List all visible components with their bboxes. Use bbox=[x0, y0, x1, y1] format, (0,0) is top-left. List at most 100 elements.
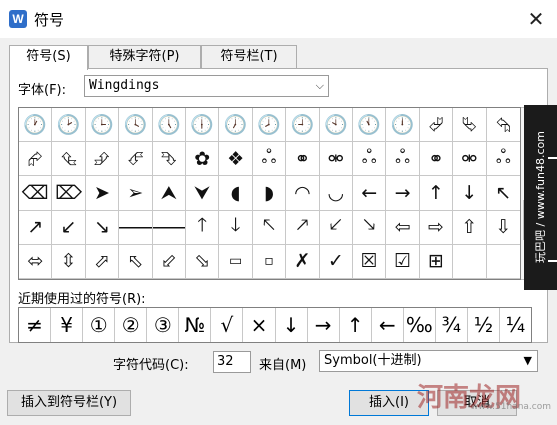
symbol-cell[interactable]: ↓ bbox=[453, 176, 487, 211]
symbol-cell[interactable]: 🕕 bbox=[186, 108, 220, 143]
symbol-cell[interactable]: ⮷ bbox=[152, 142, 186, 177]
symbol-cell[interactable]: ⬂ bbox=[186, 244, 220, 279]
symbol-cell[interactable]: ⮴ bbox=[52, 142, 86, 177]
close-icon[interactable]: ✕ bbox=[524, 7, 548, 31]
symbol-cell[interactable]: ✿ bbox=[186, 142, 220, 177]
symbol-cell[interactable]: 🡑 bbox=[186, 210, 220, 245]
symbol-cell[interactable]: ⬀ bbox=[85, 244, 120, 279]
symbol-cell[interactable]: 🡓 bbox=[219, 210, 253, 245]
symbol-cell[interactable]: ⇨ bbox=[419, 210, 454, 245]
title-bar: W 符号 ✕ bbox=[0, 0, 557, 38]
recent-symbol-cell[interactable]: ¾ bbox=[436, 308, 468, 342]
symbol-cell[interactable]: ஃ bbox=[486, 142, 520, 177]
symbol-cell[interactable]: 🡖 bbox=[353, 210, 387, 245]
symbol-cell[interactable]: 🕘 bbox=[286, 108, 320, 143]
symbol-cell[interactable]: ❖ bbox=[219, 142, 253, 177]
symbol-cell[interactable]: ⊞ bbox=[419, 244, 454, 279]
symbol-cell[interactable]: ✗ bbox=[286, 244, 320, 279]
from-select[interactable]: Symbol(十进制) ▼ bbox=[319, 350, 538, 372]
recent-symbol-cell[interactable]: ↓ bbox=[276, 308, 308, 342]
symbol-cell[interactable]: ☒ bbox=[353, 244, 387, 279]
recent-symbol-cell[interactable]: ③ bbox=[147, 308, 180, 342]
symbol-cell[interactable] bbox=[453, 244, 487, 279]
tab-special-characters[interactable]: 特殊字符(P) bbox=[88, 45, 201, 69]
symbol-cell[interactable]: 🕔 bbox=[152, 108, 186, 143]
symbol-cell[interactable]: ◡ bbox=[319, 176, 353, 211]
symbol-cell[interactable]: ▭ bbox=[219, 244, 253, 279]
recent-symbol-cell[interactable]: ↑ bbox=[340, 308, 372, 342]
symbol-cell[interactable]: 🕖 bbox=[219, 108, 253, 143]
symbol-cell[interactable]: 🕗 bbox=[252, 108, 287, 143]
recent-symbol-cell[interactable]: ‰ bbox=[404, 308, 436, 342]
symbol-cell[interactable]: ⮝ bbox=[152, 176, 186, 211]
symbol-cell[interactable]: ⚭ bbox=[286, 142, 320, 177]
tab-symbol-bar[interactable]: 符号栏(T) bbox=[201, 45, 297, 69]
symbol-cell[interactable]: ⮳ bbox=[19, 142, 53, 177]
symbol-cell[interactable]: ✓ bbox=[319, 244, 353, 279]
symbol-cell[interactable]: ⚮ bbox=[319, 142, 353, 177]
tab-symbols[interactable]: 符号(S) bbox=[9, 45, 88, 70]
symbol-cell[interactable]: ▫ bbox=[252, 244, 287, 279]
recent-symbol-cell[interactable]: ≠ bbox=[19, 308, 52, 342]
symbol-cell[interactable]: → bbox=[386, 176, 420, 211]
symbol-cell[interactable]: ➤ bbox=[85, 176, 120, 211]
symbol-cell[interactable]: ⌫ bbox=[19, 176, 53, 211]
symbol-cell[interactable] bbox=[486, 245, 520, 279]
symbol-cell[interactable]: ⮱ bbox=[453, 108, 487, 143]
char-code-input[interactable]: 32 bbox=[213, 351, 251, 373]
symbol-cell[interactable]: 🡕 bbox=[286, 210, 320, 245]
symbol-cell[interactable]: ⮰ bbox=[419, 108, 454, 143]
font-select[interactable]: Wingdings ⌵ bbox=[84, 75, 329, 97]
symbol-cell[interactable]: ⮵ bbox=[85, 142, 120, 177]
symbol-cell[interactable]: ⇧ bbox=[453, 210, 487, 245]
recent-symbol-cell[interactable]: ① bbox=[83, 308, 116, 342]
recent-symbol-cell[interactable]: ¼ bbox=[500, 308, 531, 342]
symbol-cell[interactable]: ஃ bbox=[252, 142, 287, 177]
symbol-cell[interactable]: ↗ bbox=[19, 210, 53, 245]
symbol-cell[interactable]: 🡒 bbox=[152, 210, 186, 245]
symbol-cell[interactable]: ↘ bbox=[85, 210, 120, 245]
symbol-cell[interactable]: ⮟ bbox=[186, 176, 220, 211]
symbol-cell[interactable]: ⬄ bbox=[19, 244, 53, 279]
insert-to-symbol-bar-button[interactable]: 插入到符号栏(Y) bbox=[7, 390, 131, 416]
symbol-cell[interactable]: 🕒 bbox=[85, 108, 120, 143]
symbol-cell[interactable]: ➢ bbox=[119, 176, 153, 211]
symbol-cell[interactable]: ← bbox=[353, 176, 387, 211]
recent-symbol-cell[interactable]: № bbox=[179, 308, 212, 342]
symbol-cell[interactable]: ⇩ bbox=[486, 211, 520, 245]
recent-symbol-cell[interactable]: √ bbox=[211, 308, 244, 342]
symbol-cell[interactable]: ◗ bbox=[252, 176, 287, 211]
symbol-cell[interactable]: ⬃ bbox=[152, 244, 186, 279]
symbol-cell[interactable]: ↙ bbox=[52, 210, 86, 245]
recent-symbol-cell[interactable]: ½ bbox=[468, 308, 500, 342]
symbol-cell[interactable]: 🕑 bbox=[52, 108, 86, 143]
symbol-cell[interactable]: ↑ bbox=[419, 176, 454, 211]
symbol-cell[interactable]: 🕙 bbox=[319, 108, 353, 143]
recent-symbol-cell[interactable]: ¥ bbox=[51, 308, 84, 342]
symbol-cell[interactable]: 🕛 bbox=[386, 108, 420, 143]
recent-symbol-cell[interactable]: ② bbox=[115, 308, 148, 342]
symbol-cell[interactable]: ◖ bbox=[219, 176, 253, 211]
symbol-cell[interactable]: 🕚 bbox=[353, 108, 387, 143]
symbol-cell[interactable]: ⮲ bbox=[486, 108, 520, 143]
symbol-cell[interactable]: ஃ bbox=[353, 142, 387, 177]
symbol-cell[interactable]: ⇳ bbox=[52, 244, 86, 279]
symbol-cell[interactable]: 🕓 bbox=[119, 108, 153, 143]
symbol-cell[interactable]: 🡔 bbox=[252, 210, 287, 245]
recent-symbol-cell[interactable]: ← bbox=[372, 308, 404, 342]
symbol-cell[interactable]: 🡐 bbox=[119, 210, 153, 245]
symbol-cell[interactable]: ⇦ bbox=[386, 210, 420, 245]
symbol-cell[interactable]: 🕐 bbox=[19, 108, 53, 143]
recent-symbol-cell[interactable]: → bbox=[308, 308, 340, 342]
symbol-cell[interactable]: ⬁ bbox=[119, 244, 153, 279]
symbol-cell[interactable]: ⚭ bbox=[419, 142, 454, 177]
recent-symbol-cell[interactable]: × bbox=[243, 308, 276, 342]
symbol-cell[interactable]: ◠ bbox=[286, 176, 320, 211]
symbol-cell[interactable]: ⚮ bbox=[453, 142, 487, 177]
symbol-cell[interactable]: ஃ bbox=[386, 142, 420, 177]
symbol-cell[interactable]: ⌦ bbox=[52, 176, 86, 211]
symbol-cell[interactable]: ☑ bbox=[386, 244, 420, 279]
symbol-cell[interactable]: 🡗 bbox=[319, 210, 353, 245]
symbol-cell[interactable]: ↖ bbox=[486, 176, 520, 211]
symbol-cell[interactable]: ⮶ bbox=[119, 142, 153, 177]
